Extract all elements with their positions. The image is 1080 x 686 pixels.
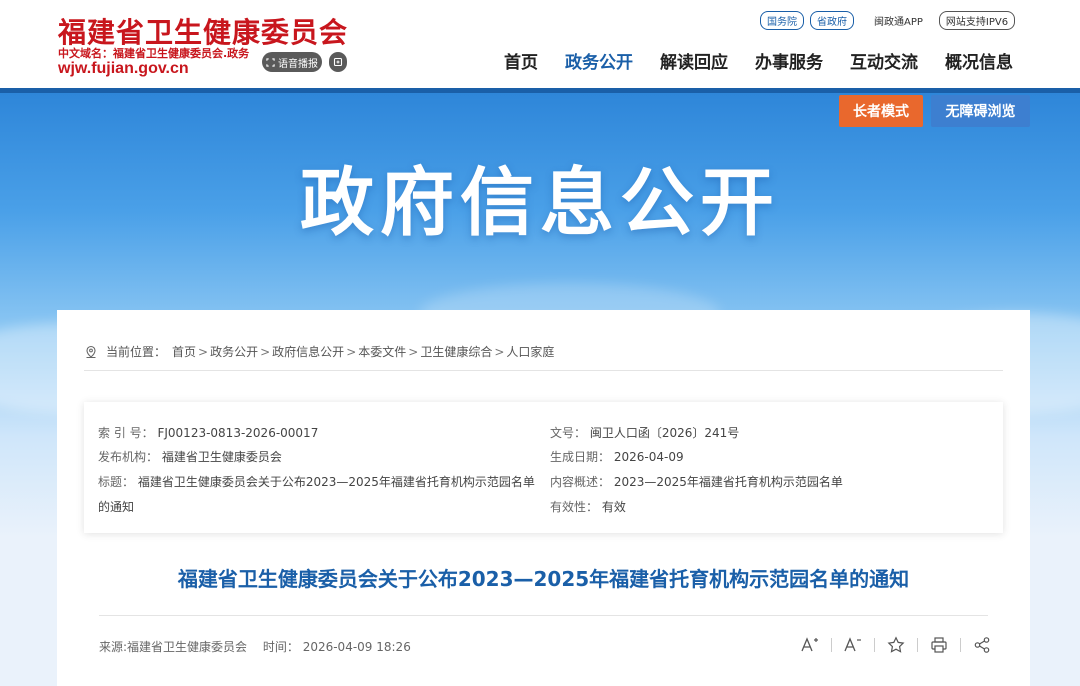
article-tools (800, 635, 992, 655)
app-link[interactable]: 闽政通APP (874, 13, 923, 28)
breadcrumb-separator: > (346, 344, 357, 359)
breadcrumb-population-family[interactable]: 人口家庭 (506, 343, 554, 360)
meta-validity-value: 有效 (601, 500, 626, 514)
meta-summary-label: 内容概述： (550, 475, 611, 489)
tool-separator (917, 638, 918, 652)
top-links: 国务院 省政府 闽政通APP 网站支持IPV6 (760, 11, 1016, 30)
tool-separator (831, 638, 832, 652)
nav-government-affairs[interactable]: 政务公开 (565, 48, 633, 73)
article-source: 来源:福建省卫生健康委员会 (99, 640, 248, 654)
accessibility-toggle-button[interactable] (329, 52, 347, 72)
breadcrumb-committee-docs[interactable]: 本委文件 (358, 343, 406, 360)
favorite-button[interactable] (886, 635, 906, 655)
tool-separator (960, 638, 961, 652)
article-time: 时间： 2026-04-09 18:26 (262, 640, 411, 654)
meta-summary: 内容概述： 2023—2025年福建省托育机构示范园名单 (550, 473, 843, 490)
meta-docno-label: 文号： (550, 426, 587, 440)
nav-interpretation[interactable]: 解读回应 (660, 48, 728, 73)
meta-title-value: 福建省卫生健康委员会关于公布2023—2025年福建省托育机构示范园名单 (137, 475, 535, 489)
meta-summary-value: 2023—2025年福建省托育机构示范园名单 (613, 475, 843, 489)
voice-broadcast-label: 语音播报 (278, 58, 318, 70)
nav-home[interactable]: 首页 (504, 48, 538, 73)
accessible-browse-button[interactable]: 无障碍浏览 (931, 95, 1030, 127)
breadcrumb-separator: > (198, 344, 209, 359)
meta-docno: 文号： 闽卫人口函〔2026〕241号 (550, 424, 739, 441)
meta-index-label: 索 引 号： (98, 426, 154, 440)
meta-title-label: 标题： (98, 475, 135, 489)
location-icon (86, 345, 96, 358)
meta-title-continued: 的通知 (98, 498, 134, 515)
printer-icon (931, 637, 947, 653)
share-button[interactable] (972, 635, 992, 655)
breadcrumb-separator: > (494, 344, 505, 359)
meta-date: 生成日期： 2026-04-09 (550, 448, 684, 465)
article-source-line: 来源:福建省卫生健康委员会 时间： 2026-04-09 18:26 (99, 638, 423, 655)
meta-publisher-value: 福建省卫生健康委员会 (161, 450, 282, 464)
breadcrumb: 当前位置： 首页 > 政务公开 > 政府信息公开 > 本委文件 > 卫生健康综合… (84, 343, 554, 360)
document-metadata: 索 引 号： FJ00123-0813-2026-00017 文号： 闽卫人口函… (84, 402, 1003, 533)
elder-mode-button[interactable]: 长者模式 (839, 95, 923, 127)
meta-date-value: 2026-04-09 (613, 450, 684, 464)
accessibility-icon (333, 57, 343, 67)
meta-index: 索 引 号： FJ00123-0813-2026-00017 (98, 424, 318, 441)
title-divider (99, 615, 988, 616)
site-header: 福建省卫生健康委员会 中文域名：福建省卫生健康委员会.政务 wjw.fujian… (0, 0, 1080, 88)
font-increase-button[interactable] (800, 635, 820, 655)
article-title: 福建省卫生健康委员会关于公布2023—2025年福建省托育机构示范园名单的通知 (177, 567, 910, 591)
font-increase-icon (801, 637, 818, 652)
content-card: 当前位置： 首页 > 政务公开 > 政府信息公开 > 本委文件 > 卫生健康综合… (57, 310, 1030, 686)
breadcrumb-label: 当前位置： (106, 345, 167, 359)
nav-services[interactable]: 办事服务 (755, 48, 823, 73)
meta-validity: 有效性： 有效 (550, 498, 626, 515)
breadcrumb-divider (84, 370, 1003, 371)
share-icon (974, 637, 990, 653)
print-button[interactable] (929, 635, 949, 655)
breadcrumb-gov-affairs[interactable]: 政务公开 (210, 343, 258, 360)
state-council-link[interactable]: 国务院 (760, 11, 804, 30)
breadcrumb-home[interactable]: 首页 (172, 343, 196, 360)
nav-overview[interactable]: 概况信息 (945, 48, 1013, 73)
main-nav: 首页 政务公开 解读回应 办事服务 互动交流 概况信息 (504, 48, 1013, 73)
breadcrumb-info-disclosure[interactable]: 政府信息公开 (272, 343, 344, 360)
provincial-gov-link[interactable]: 省政府 (810, 11, 854, 30)
breadcrumb-health-general[interactable]: 卫生健康综合 (420, 343, 492, 360)
ipv6-badge: 网站支持IPV6 (938, 11, 1016, 30)
meta-publisher: 发布机构： 福建省卫生健康委员会 (98, 448, 282, 465)
voice-broadcast-button[interactable]: 语音播报 (262, 52, 322, 72)
meta-title: 标题： 福建省卫生健康委员会关于公布2023—2025年福建省托育机构示范园名单 (98, 473, 535, 490)
meta-publisher-label: 发布机构： (98, 450, 159, 464)
scan-icon (266, 57, 275, 67)
tool-separator (874, 638, 875, 652)
meta-docno-value: 闽卫人口函〔2026〕241号 (589, 426, 740, 440)
font-decrease-button[interactable] (843, 635, 863, 655)
meta-index-value: FJ00123-0813-2026-00017 (157, 426, 319, 440)
logo-chinese-domain: 中文域名：福建省卫生健康委员会.政务 (58, 47, 250, 60)
breadcrumb-separator: > (408, 344, 419, 359)
star-icon (887, 636, 905, 653)
nav-interaction[interactable]: 互动交流 (850, 48, 918, 73)
breadcrumb-separator: > (260, 344, 271, 359)
font-decrease-icon (844, 637, 861, 652)
banner-title: 政府信息公开 (300, 160, 780, 246)
meta-date-label: 生成日期： (550, 450, 611, 464)
meta-validity-label: 有效性： (550, 500, 599, 514)
logo-domain: wjw.fujian.gov.cn (58, 60, 189, 77)
meta-title-value-2: 的通知 (98, 500, 135, 514)
